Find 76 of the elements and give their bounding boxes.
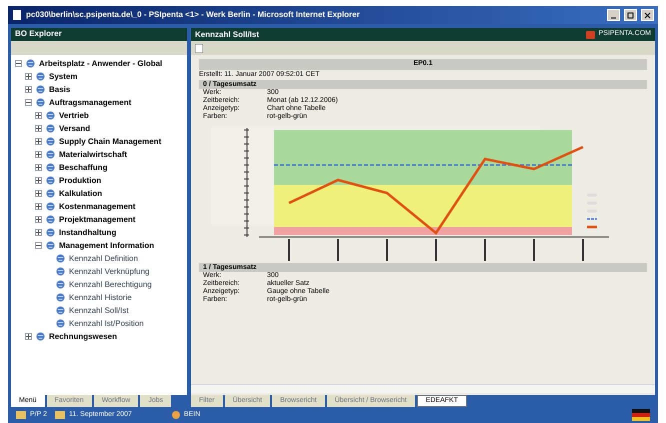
tree-item[interactable]: Kennzahl Berechtigung — [69, 278, 152, 290]
minimize-button[interactable] — [607, 9, 620, 21]
globe-icon — [46, 215, 55, 224]
collapse-icon[interactable] — [15, 60, 22, 67]
globe-icon — [46, 241, 55, 250]
globe-icon — [46, 228, 55, 237]
maximize-button[interactable] — [624, 9, 637, 21]
tree-item[interactable]: Kostenmanagement — [59, 200, 136, 212]
expand-icon[interactable] — [35, 203, 42, 210]
tree-item[interactable]: Basis — [49, 84, 70, 96]
panel-title: Kennzahl Soll/Ist — [195, 28, 260, 40]
globe-icon — [46, 189, 55, 198]
globe-icon — [36, 85, 45, 94]
folder-icon — [16, 411, 26, 419]
tree-item[interactable]: Arbeitsplatz - Anwender - Global — [39, 58, 162, 70]
tree-item[interactable]: Vertrieb — [59, 110, 89, 122]
tree-item[interactable]: Auftragsmanagement — [49, 96, 132, 108]
maximize-icon — [627, 12, 634, 18]
tree-item[interactable]: Materialwirtschaft — [59, 148, 128, 160]
page-icon — [12, 10, 22, 20]
collapse-icon[interactable] — [35, 242, 42, 249]
tree-item[interactable]: Versand — [59, 122, 90, 134]
close-icon — [644, 12, 651, 18]
tree-item[interactable]: Kennzahl Verknüpfung — [69, 266, 150, 278]
tree-item[interactable]: Beschaffung — [59, 162, 108, 174]
tree-item[interactable]: Kennzahl Ist/Position — [69, 318, 144, 330]
expand-icon[interactable] — [35, 216, 42, 223]
globe-icon — [56, 254, 65, 263]
expand-icon[interactable] — [35, 164, 42, 171]
tree-item[interactable]: Kennzahl Historie — [69, 292, 132, 304]
tree-item[interactable]: Kalkulation — [59, 188, 102, 200]
tree-item[interactable]: Supply Chain Management — [59, 136, 162, 148]
expand-icon[interactable] — [35, 125, 42, 132]
tree-item[interactable]: Produktion — [59, 174, 102, 186]
tree-item[interactable]: System — [49, 70, 78, 82]
window-title: pc030\berlin\sc.psipenta.de\_0 - PSIpenta <1> - Werk Berlin - Microsoft Internet Explorer — [26, 9, 361, 21]
expand-icon[interactable] — [35, 190, 42, 197]
expand-icon[interactable] — [25, 86, 32, 93]
globe-icon — [26, 59, 35, 68]
globe-icon — [46, 111, 55, 120]
expand-icon[interactable] — [35, 112, 42, 119]
expand-icon[interactable] — [35, 138, 42, 145]
globe-icon — [46, 202, 55, 211]
globe-icon — [36, 332, 45, 341]
globe-icon — [56, 319, 65, 328]
folder-icon — [55, 411, 65, 419]
expand-icon[interactable] — [35, 151, 42, 158]
expand-icon[interactable] — [25, 333, 32, 340]
horizontal-scrollbar[interactable] — [191, 384, 655, 393]
expand-icon[interactable] — [25, 73, 32, 80]
globe-icon — [46, 176, 55, 185]
panel-header: BO Explorer — [11, 28, 187, 41]
globe-icon — [36, 98, 45, 107]
logo-icon — [586, 30, 595, 38]
globe-icon — [46, 124, 55, 133]
expand-icon[interactable] — [35, 229, 42, 236]
globe-icon — [46, 150, 55, 159]
document-icon[interactable] — [195, 44, 203, 52]
tree-item[interactable]: Management Information — [59, 240, 154, 252]
globe-icon — [56, 267, 65, 276]
tree-item[interactable]: Rechnungswesen — [49, 330, 118, 342]
collapse-icon[interactable] — [25, 99, 32, 106]
tree-item[interactable]: Instandhaltung — [59, 226, 116, 238]
tree-item[interactable]: Kennzahl Soll/Ist — [69, 304, 129, 316]
tree-item[interactable]: Projektmanagement — [59, 214, 136, 226]
globe-icon — [56, 280, 65, 289]
globe-icon — [56, 306, 65, 315]
close-button[interactable] — [641, 9, 654, 21]
expand-icon[interactable] — [35, 177, 42, 184]
globe-icon — [36, 72, 45, 81]
globe-icon — [46, 137, 55, 146]
globe-icon — [46, 163, 55, 172]
globe-icon — [56, 293, 65, 302]
tree-item[interactable]: Kennzahl Definition — [69, 252, 138, 264]
start-icon[interactable] — [172, 411, 180, 419]
flag-icon — [632, 409, 650, 421]
